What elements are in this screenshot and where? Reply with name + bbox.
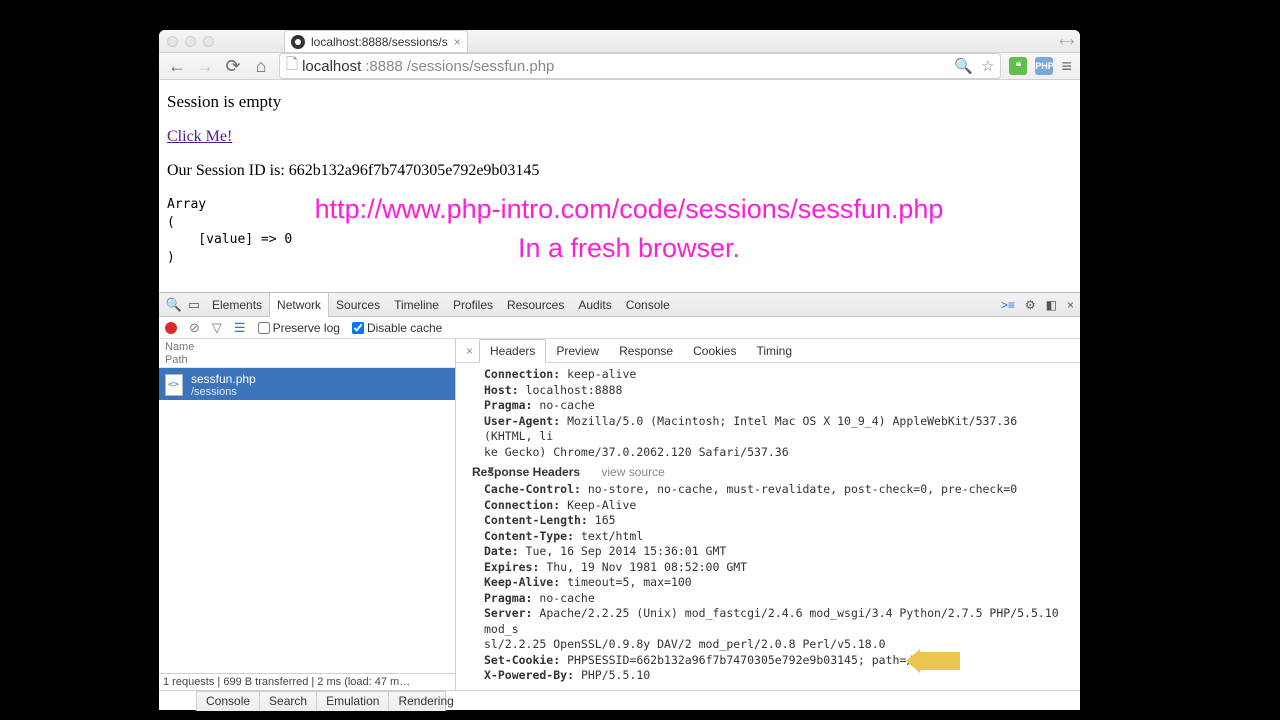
- detail-tab-cookies[interactable]: Cookies: [683, 339, 746, 363]
- view-source-link[interactable]: view source: [601, 465, 664, 479]
- header-line: Host: localhost:8888: [484, 383, 1070, 399]
- header-line: Set-Cookie: PHPSESSID=662b132a96f7b74703…: [484, 653, 1070, 669]
- detail-tab-preview[interactable]: Preview: [546, 339, 609, 363]
- filter-icon[interactable]: ▽: [212, 320, 222, 336]
- disable-cache-checkbox[interactable]: Disable cache: [352, 321, 442, 335]
- page-content: Session is empty Click Me! Our Session I…: [159, 80, 1080, 292]
- page-heading: Session is empty: [167, 92, 1072, 112]
- header-line: Connection: keep-alive: [484, 367, 1070, 383]
- slide-annotation: http://www.php-intro.com/code/sessions/s…: [279, 190, 979, 268]
- request-list-panel: Name Path sessfun.php /sessions 1 reques…: [159, 339, 456, 690]
- close-window-button[interactable]: [167, 36, 178, 47]
- headers-body[interactable]: Connection: keep-aliveHost: localhost:88…: [456, 363, 1080, 690]
- annotation-caption: In a fresh browser.: [279, 229, 979, 268]
- detail-tab-headers[interactable]: Headers: [479, 339, 546, 363]
- record-button[interactable]: [165, 322, 177, 334]
- request-folder: /sessions: [191, 386, 256, 398]
- devtools-close-icon[interactable]: ×: [1067, 298, 1074, 312]
- col-path: Path: [165, 354, 449, 367]
- view-toggle-icon[interactable]: ☰: [234, 320, 246, 336]
- back-button[interactable]: ←: [167, 56, 187, 77]
- devtools-tab-console[interactable]: Console: [619, 293, 677, 317]
- response-headers-section[interactable]: ▼ Response Headers view source: [472, 464, 1070, 480]
- network-status-bar: 1 requests | 699 B transferred | 2 ms (l…: [159, 673, 455, 690]
- col-name: Name: [165, 341, 449, 354]
- session-id-line: Our Session ID is: 662b132a96f7b7470305e…: [167, 162, 1072, 180]
- header-line: Content-Length: 165: [484, 513, 1070, 529]
- traffic-lights: [167, 36, 214, 47]
- toggle-drawer-icon[interactable]: >≡: [1001, 298, 1015, 312]
- drawer-tab-search[interactable]: Search: [260, 692, 317, 711]
- tab-title: localhost:8888/sessions/s: [311, 35, 448, 49]
- bookmark-star-icon[interactable]: ☆: [981, 57, 994, 75]
- header-line: Pragma: no-cache: [484, 591, 1070, 607]
- header-line: Expires: Thu, 19 Nov 1981 08:52:00 GMT: [484, 560, 1070, 576]
- devtools-tab-timeline[interactable]: Timeline: [387, 293, 446, 317]
- devtools-tab-resources[interactable]: Resources: [500, 293, 571, 317]
- close-detail-button[interactable]: ×: [460, 344, 479, 358]
- forward-button[interactable]: →: [195, 56, 215, 77]
- favicon-icon: [291, 35, 305, 49]
- dock-side-icon[interactable]: ◧: [1046, 298, 1057, 312]
- search-icon[interactable]: 🔍: [954, 57, 973, 75]
- highlight-arrow-icon: [918, 652, 960, 670]
- header-line: Cache-Control: no-store, no-cache, must-…: [484, 482, 1070, 498]
- header-line: X-Powered-By: PHP/5.5.10: [484, 668, 1070, 684]
- request-filename: sessfun.php: [191, 372, 256, 386]
- device-mode-icon[interactable]: ▭: [185, 297, 203, 313]
- url-host: localhost: [302, 58, 361, 75]
- request-row[interactable]: sessfun.php /sessions: [159, 368, 455, 400]
- address-bar[interactable]: 🗋 localhost:8888/sessions/sessfun.php 🔍 …: [279, 53, 1001, 79]
- drawer-tab-console[interactable]: Console: [197, 692, 260, 711]
- extension-1-button[interactable]: ❝: [1009, 57, 1027, 75]
- devtools-tabbar: 🔍 ▭ ElementsNetworkSourcesTimelineProfil…: [159, 293, 1080, 317]
- header-line: Connection: Keep-Alive: [484, 498, 1070, 514]
- url-path: /sessions/sessfun.php: [407, 58, 555, 75]
- url-port: :8888: [365, 58, 403, 75]
- close-tab-button[interactable]: ×: [454, 35, 461, 49]
- header-line: Pragma: no-cache: [484, 398, 1070, 414]
- home-button[interactable]: ⌂: [251, 56, 271, 77]
- reload-button[interactable]: ⟳: [223, 56, 243, 77]
- header-line: Keep-Alive: timeout=5, max=100: [484, 575, 1070, 591]
- inspect-icon[interactable]: 🔍: [165, 297, 183, 313]
- detail-tab-response[interactable]: Response: [609, 339, 683, 363]
- click-me-link[interactable]: Click Me!: [167, 128, 232, 145]
- fullscreen-icon[interactable]: ⤢: [1056, 31, 1076, 51]
- page-icon: 🗋: [286, 54, 298, 79]
- zoom-window-button[interactable]: [203, 36, 214, 47]
- browser-tab[interactable]: localhost:8888/sessions/s ×: [284, 30, 468, 52]
- devtools-tab-sources[interactable]: Sources: [329, 293, 387, 317]
- header-line: User-Agent: Mozilla/5.0 (Macintosh; Inte…: [484, 414, 1070, 445]
- header-line: Date: Tue, 16 Sep 2014 15:36:01 GMT: [484, 544, 1070, 560]
- header-line: ke Gecko) Chrome/37.0.2062.120 Safari/53…: [484, 445, 1070, 461]
- devtools-panel: 🔍 ▭ ElementsNetworkSourcesTimelineProfil…: [159, 292, 1080, 710]
- devtools-drawer-tabs: ConsoleSearchEmulationRendering: [196, 691, 446, 711]
- drawer-tab-rendering[interactable]: Rendering: [389, 692, 462, 711]
- devtools-tab-network[interactable]: Network: [269, 293, 329, 317]
- header-line: Server: Apache/2.2.25 (Unix) mod_fastcgi…: [484, 606, 1070, 637]
- devtools-tab-audits[interactable]: Audits: [571, 293, 618, 317]
- toolbar: ← → ⟳ ⌂ 🗋 localhost:8888/sessions/sessfu…: [159, 53, 1080, 80]
- drawer-tab-emulation[interactable]: Emulation: [317, 692, 389, 711]
- annotation-url: http://www.php-intro.com/code/sessions/s…: [279, 190, 979, 229]
- file-icon: [165, 374, 183, 396]
- network-subbar: ⊘ ▽ ☰ Preserve log Disable cache: [159, 317, 1080, 339]
- extension-php-button[interactable]: PHP: [1035, 57, 1053, 75]
- titlebar: localhost:8888/sessions/s × ⤢: [159, 30, 1080, 53]
- request-detail-panel: × HeadersPreviewResponseCookiesTiming Co…: [456, 339, 1080, 690]
- devtools-tab-profiles[interactable]: Profiles: [446, 293, 500, 317]
- devtools-tab-elements[interactable]: Elements: [205, 293, 269, 317]
- browser-window: localhost:8888/sessions/s × ⤢ ← → ⟳ ⌂ 🗋 …: [159, 30, 1080, 692]
- header-line: Content-Type: text/html: [484, 529, 1070, 545]
- detail-tab-timing[interactable]: Timing: [746, 339, 802, 363]
- settings-gear-icon[interactable]: ⚙: [1025, 298, 1036, 312]
- preserve-log-checkbox[interactable]: Preserve log: [258, 321, 340, 335]
- minimize-window-button[interactable]: [185, 36, 196, 47]
- clear-button[interactable]: ⊘: [189, 320, 200, 336]
- header-line: sl/2.2.25 OpenSSL/0.9.8y DAV/2 mod_perl/…: [484, 637, 1070, 653]
- chrome-menu-button[interactable]: ≡: [1061, 56, 1072, 77]
